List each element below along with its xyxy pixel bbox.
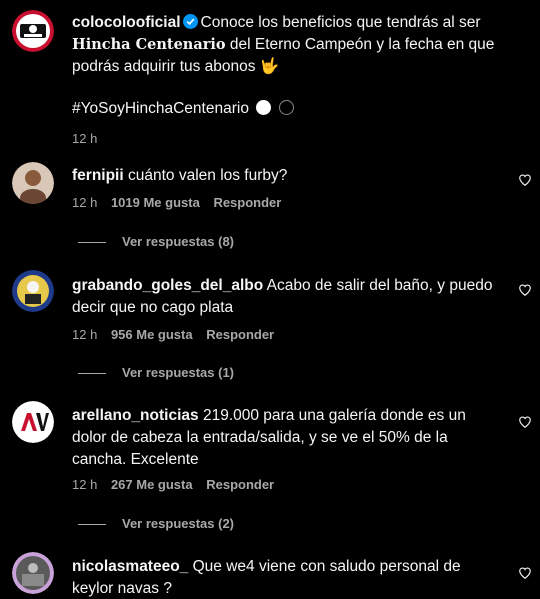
view-replies-label: Ver respuestas (8) xyxy=(122,234,235,249)
comment-avatar[interactable] xyxy=(12,401,54,443)
heart-icon[interactable] xyxy=(518,415,532,429)
post-time: 12 h xyxy=(72,131,98,146)
comment-text: fernipii cuánto valen los furby? xyxy=(72,165,502,187)
comment-time: 12 h xyxy=(72,327,98,342)
caption-bold-text: Hincha Centenario xyxy=(72,36,226,53)
comment-username[interactable]: fernipii xyxy=(72,167,124,184)
comment-time: 12 h xyxy=(72,195,98,210)
caption-text-part1: Conoce los beneficios que tendrás al ser xyxy=(200,14,481,31)
reply-button[interactable]: Responder xyxy=(213,195,281,210)
reply-button[interactable]: Responder xyxy=(206,477,274,492)
post-caption: colocolooficial Conoce los beneficios que… xyxy=(72,12,532,150)
comment-time: 12 h xyxy=(72,477,98,492)
heart-icon[interactable] xyxy=(518,173,532,187)
view-replies-button[interactable]: Ver respuestas (2) xyxy=(78,516,234,531)
comment-username[interactable]: nicolasmateeo_ xyxy=(72,558,188,575)
replies-divider-line xyxy=(78,242,106,244)
heart-icon[interactable] xyxy=(518,566,532,580)
replies-divider-line xyxy=(78,524,106,526)
hashtag-link[interactable]: #YoSoyHinchaCentenario xyxy=(72,100,249,117)
comment-likes[interactable]: 1019 Me gusta xyxy=(111,195,200,210)
user-photo-icon xyxy=(12,162,54,204)
comment-meta: 12 h 956 Me gusta Responder xyxy=(72,327,284,342)
view-replies-label: Ver respuestas (1) xyxy=(122,365,235,380)
view-replies-button[interactable]: Ver respuestas (1) xyxy=(78,365,234,380)
user-photo-icon xyxy=(12,270,54,312)
comment-text: grabando_goles_del_albo Acabo de salir d… xyxy=(72,275,502,319)
comment-body: cuánto valen los furby? xyxy=(127,167,288,184)
comment-text: arellano_noticias 219.000 para una galer… xyxy=(72,405,502,471)
white-circle-emoji xyxy=(256,100,272,115)
verified-badge-icon xyxy=(182,14,198,29)
comment-avatar[interactable] xyxy=(12,552,54,594)
black-circle-emoji xyxy=(278,100,294,115)
comment-avatar[interactable] xyxy=(12,162,54,204)
comment-text: nicolasmateeo_ Que we4 viene con saludo … xyxy=(72,556,502,599)
news-logo-icon xyxy=(12,401,54,443)
view-replies-button[interactable]: Ver respuestas (8) xyxy=(78,234,234,249)
comment-avatar[interactable] xyxy=(12,270,54,312)
comment-username[interactable]: arellano_noticias xyxy=(72,407,199,424)
comment-meta: 12 h 1019 Me gusta Responder xyxy=(72,195,291,210)
comment-likes[interactable]: 956 Me gusta xyxy=(111,327,193,342)
post-username[interactable]: colocolooficial xyxy=(72,14,181,31)
comment-likes[interactable]: 267 Me gusta xyxy=(111,477,193,492)
colocolo-logo-icon xyxy=(12,10,54,52)
post-meta: 12 h xyxy=(72,128,532,150)
user-photo-icon xyxy=(12,552,54,594)
post-author-avatar[interactable] xyxy=(12,10,54,52)
replies-divider-line xyxy=(78,373,106,375)
heart-icon[interactable] xyxy=(518,283,532,297)
comment-meta: 12 h 267 Me gusta Responder xyxy=(72,477,284,492)
view-replies-label: Ver respuestas (2) xyxy=(122,516,235,531)
reply-button[interactable]: Responder xyxy=(206,327,274,342)
comment-username[interactable]: grabando_goles_del_albo xyxy=(72,277,263,294)
